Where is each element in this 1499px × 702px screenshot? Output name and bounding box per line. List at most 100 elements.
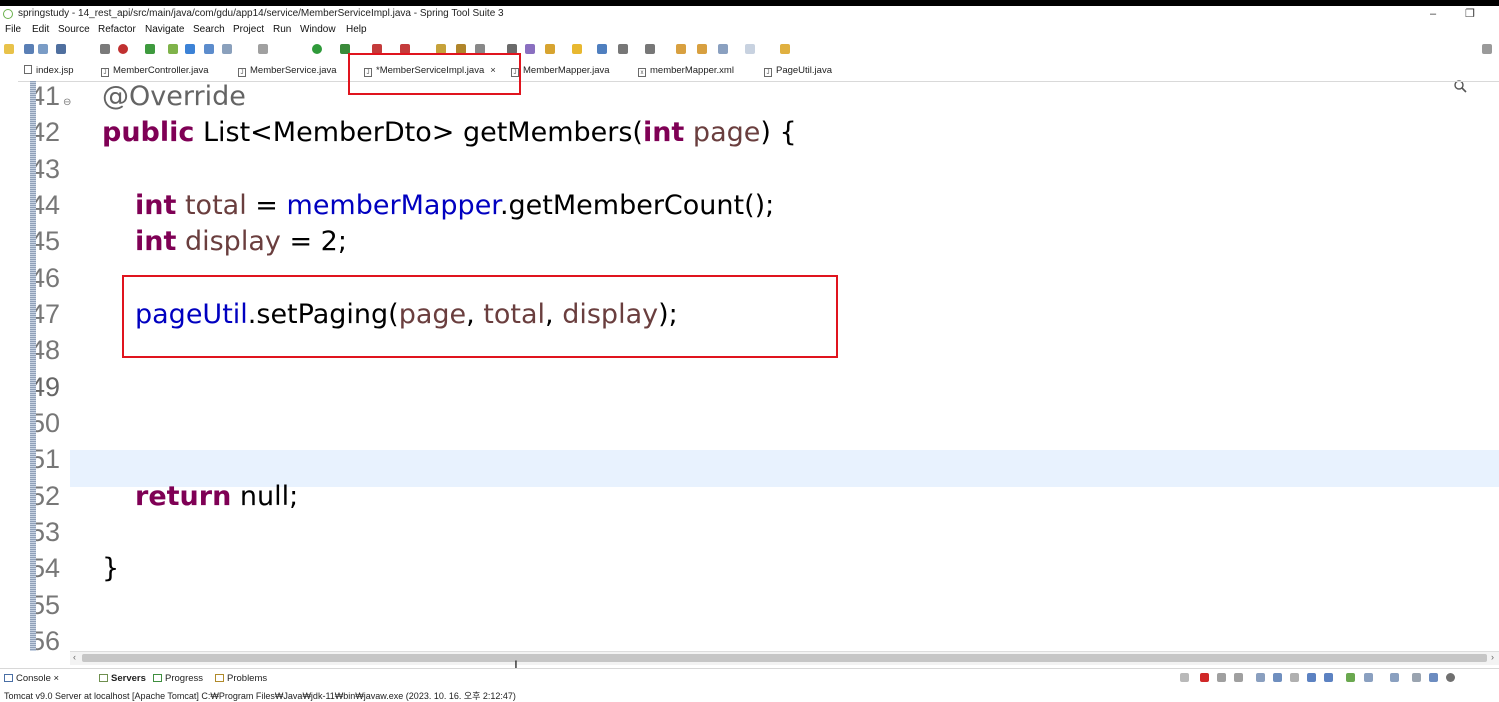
scrollbar-thumb[interactable] [82, 654, 1487, 662]
menu-run[interactable]: Run [273, 22, 291, 38]
code-text: null; [231, 481, 299, 512]
fold-icon[interactable]: ⊖ [63, 97, 71, 108]
menu-source[interactable]: Source [58, 22, 90, 38]
line-number: 43 [30, 154, 61, 184]
bottom-panel: Console × Servers Progress Problems Tomc… [0, 668, 1499, 702]
xml-file-icon: x [638, 68, 646, 77]
progress-icon [153, 674, 162, 682]
field: memberMapper [286, 190, 500, 221]
stop-icon[interactable] [118, 44, 128, 54]
boot-dashboard-icon[interactable] [145, 44, 155, 54]
run-icon[interactable] [312, 44, 322, 54]
menu-refactor[interactable]: Refactor [98, 22, 136, 38]
spring-icon[interactable] [168, 44, 178, 54]
line-number: 50 [30, 408, 61, 438]
next-annotation-icon[interactable] [618, 44, 628, 54]
terminal-icon[interactable] [56, 44, 66, 54]
line-number: 44 [30, 190, 61, 220]
scroll-lock-icon[interactable] [1273, 673, 1282, 682]
menu-window[interactable]: Window [300, 22, 336, 38]
line-number: 46 [30, 263, 61, 293]
save-icon[interactable] [24, 44, 34, 54]
skip-breakpoints-icon[interactable] [100, 44, 110, 54]
menu-help[interactable]: Help [346, 22, 367, 38]
code-text: ) { [760, 117, 797, 148]
debug-icon[interactable] [258, 44, 268, 54]
tab-console[interactable]: Console × [4, 671, 59, 687]
horizontal-scrollbar[interactable]: ‹ › [70, 651, 1499, 665]
display-console-icon[interactable] [1364, 673, 1373, 682]
show-stderr-icon[interactable] [1324, 673, 1333, 682]
window-titlebar: springstudy - 14_rest_api/src/main/java/… [0, 6, 1499, 22]
editor-tabs: index.jsp J MemberController.java J Member… [0, 61, 1499, 82]
minimize-button[interactable]: – [1430, 6, 1436, 22]
variable: display [176, 226, 281, 257]
restore-button[interactable]: ❐ [1465, 6, 1475, 22]
spring-app-icon [3, 9, 13, 19]
line-number: 51 [30, 444, 61, 474]
code-line-54: } [102, 553, 119, 584]
tab-member-mapper-xml[interactable]: x memberMapper.xml [638, 61, 734, 81]
tab-page-util[interactable]: J PageUtil.java [764, 61, 832, 81]
code-text: .getMemberCount(); [499, 190, 775, 221]
line-number: 52 [30, 481, 61, 511]
closing-brace: } [102, 553, 120, 584]
globe-icon[interactable] [597, 44, 607, 54]
bulb-icon[interactable] [572, 44, 582, 54]
settings-gear-icon[interactable] [1446, 673, 1455, 682]
menu-file[interactable]: File [5, 22, 21, 38]
line-number: 48 [30, 335, 61, 365]
keyword: return [135, 481, 232, 512]
line-number: 55 [30, 590, 61, 620]
open-perspective-icon[interactable] [780, 44, 790, 54]
edit-icon[interactable] [545, 44, 555, 54]
tab-servers[interactable]: Servers [99, 671, 146, 687]
variable: total [176, 190, 247, 221]
forward-icon[interactable] [745, 44, 755, 54]
java-file-icon: J [238, 68, 246, 77]
remove-all-icon[interactable] [1234, 673, 1243, 682]
perspective-icon[interactable] [1482, 44, 1492, 54]
pin-icon[interactable] [525, 44, 535, 54]
code-line-41: @Override [102, 81, 246, 112]
show-whitespace-icon[interactable] [222, 44, 232, 54]
last-edit-icon[interactable] [676, 44, 686, 54]
remove-launch-icon[interactable] [1217, 673, 1226, 682]
tab-problems[interactable]: Problems [215, 671, 267, 687]
open-console-icon[interactable] [1390, 673, 1399, 682]
tab-member-service[interactable]: J MemberService.java [238, 61, 337, 81]
terminate-icon[interactable] [1200, 673, 1209, 682]
maximize-panel-icon[interactable] [1429, 673, 1438, 682]
code-editor[interactable]: 41 ⊖ 42 43 44 45 46 47 48 49 50 51 52 53… [0, 81, 1499, 651]
code-text: = 2; [280, 226, 347, 257]
menu-project[interactable]: Project [233, 22, 264, 38]
line-number: 47 [30, 299, 61, 329]
console-status: Tomcat v9.0 Server at localhost [Apache … [4, 691, 516, 701]
menu-navigate[interactable]: Navigate [145, 22, 184, 38]
tab-member-mapper-java[interactable]: J MemberMapper.java [511, 61, 610, 81]
new-icon[interactable] [4, 44, 14, 54]
block-select-icon[interactable] [204, 44, 214, 54]
highlight-icon[interactable] [185, 44, 195, 54]
menu-search[interactable]: Search [193, 22, 225, 38]
pin-icon[interactable] [1346, 673, 1355, 682]
show-stdout-icon[interactable] [1307, 673, 1316, 682]
close-console-icon[interactable]: × [54, 673, 60, 684]
pin-console-icon[interactable] [1180, 673, 1189, 682]
save-all-icon[interactable] [38, 44, 48, 54]
menu-edit[interactable]: Edit [32, 22, 49, 38]
minimize-panel-icon[interactable] [1412, 673, 1421, 682]
scroll-left-icon[interactable]: ‹ [73, 652, 76, 662]
tab-member-controller[interactable]: J MemberController.java [101, 61, 209, 81]
back-icon[interactable] [718, 44, 728, 54]
clear-console-icon[interactable] [1256, 673, 1265, 682]
tab-index-jsp[interactable]: index.jsp [24, 61, 74, 81]
tab-progress[interactable]: Progress [153, 671, 203, 687]
word-wrap-icon[interactable] [1290, 673, 1299, 682]
keyword: int [135, 190, 177, 221]
code-line-45: int display = 2; [135, 226, 347, 257]
scroll-right-icon[interactable]: › [1491, 652, 1494, 662]
forward-edit-icon[interactable] [697, 44, 707, 54]
prev-annotation-icon[interactable] [645, 44, 655, 54]
line-number: 54 [30, 553, 61, 583]
